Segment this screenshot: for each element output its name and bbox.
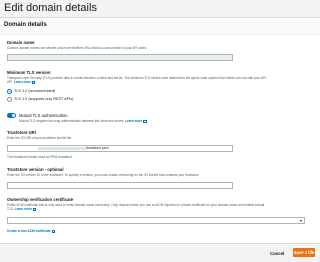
- truststore-version-description: Enter the S3 version ID of the truststor…: [7, 173, 200, 177]
- card-header: Domain details: [0, 18, 320, 35]
- external-link-icon: [32, 80, 36, 84]
- mutual-tls-learn-more-link[interactable]: Learn more: [125, 119, 142, 123]
- domain-name-label: Domain name: [7, 40, 35, 45]
- external-link-icon: [33, 207, 37, 211]
- external-link-icon: [51, 229, 55, 233]
- create-acm-line: Create a new ACM certificate: [7, 229, 55, 233]
- chevron-down-icon: ▾: [299, 218, 302, 223]
- tls-description: Transport Layer Security (TLS) protects …: [7, 76, 267, 80]
- domain-name-description: Custom domain names are simpler and more…: [7, 46, 147, 50]
- tls-api-text: API.: [7, 80, 14, 84]
- truststore-uri-description: Enter the S3 URI of your truststore bund…: [7, 136, 73, 140]
- truststore-uri-value: /truststore.pem: [86, 146, 109, 150]
- ownership-cert-tls-text: TLS.: [7, 207, 14, 211]
- mutual-tls-toggle[interactable]: [7, 113, 16, 118]
- tls-1-2-radio[interactable]: [7, 89, 12, 94]
- truststore-uri-hint: The truststore bundle must be PEM-format…: [7, 155, 73, 159]
- cancel-button[interactable]: Cancel: [270, 251, 284, 256]
- truststore-version-label: Truststore version - optional: [7, 167, 64, 172]
- ownership-cert-description-1: Public ACM certificate that is only used…: [7, 203, 265, 207]
- tls-description-text: Transport Layer Security (TLS) protects …: [7, 76, 268, 80]
- tls-1-2-label: TLS 1.2 (recommended): [14, 89, 56, 93]
- ownership-learn-more-link[interactable]: Learn more: [15, 207, 32, 211]
- mutual-tls-description: Mutual TLS requires two-way authenticati…: [19, 119, 147, 123]
- truststore-uri-label: Truststore URI: [7, 130, 36, 135]
- create-acm-certificate-link[interactable]: Create a new ACM certificate: [7, 229, 51, 233]
- tls-1-0-radio[interactable]: [7, 97, 12, 102]
- card-title: Domain details: [4, 22, 47, 28]
- ownership-cert-select-value: -: [10, 219, 12, 223]
- external-link-icon: [143, 119, 147, 123]
- tls-learn-more-link[interactable]: Learn more: [14, 80, 31, 84]
- truststore-version-input[interactable]: [7, 182, 233, 189]
- ownership-cert-description-2: TLS. Learn more: [7, 207, 37, 211]
- ownership-cert-select[interactable]: - ▾: [7, 217, 305, 224]
- tls-1-0-label: TLS 1.0 (supports only REST APIs): [14, 97, 74, 101]
- mutual-tls-label: Mutual TLS authentication: [19, 113, 68, 118]
- mutual-tls-description-text: Mutual TLS requires two-way authenticati…: [19, 119, 125, 123]
- tls-learn-more-line: API. Learn more: [7, 80, 36, 84]
- tls-label: Minimum TLS version: [7, 70, 51, 75]
- domain-name-field: [7, 54, 233, 61]
- domain-details-card: Domain details: [0, 17, 320, 244]
- page-title: Edit domain details: [4, 2, 97, 14]
- redacted-uri-prefix: [38, 146, 86, 150]
- truststore-uri-input[interactable]: /truststore.pem: [7, 145, 233, 152]
- save-button[interactable]: Save 1 life: [293, 248, 315, 257]
- ownership-cert-label: Ownership verification certificate: [7, 197, 74, 202]
